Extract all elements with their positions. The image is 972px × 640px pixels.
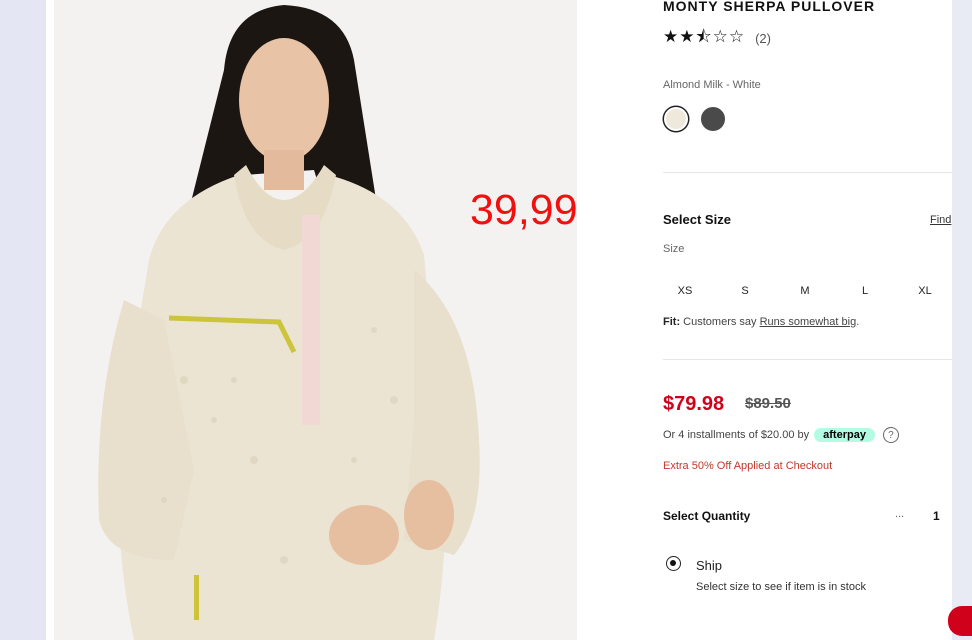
product-photo-illustration <box>54 0 577 640</box>
ship-stock-note: Select size to see if item is in stock <box>696 581 866 593</box>
extra-offer: Extra 50% Off Applied at Checkout <box>663 460 833 472</box>
installments-row: Or 4 installments of $20.00 by afterpay … <box>663 427 899 443</box>
left-rail <box>0 0 46 640</box>
star-rating-icon: ★★⯪☆☆ <box>663 27 746 46</box>
fit-note: Fit: Customers say Runs somewhat big. <box>663 316 859 328</box>
size-option-s[interactable]: S <box>725 285 765 297</box>
fit-text: Customers say <box>683 316 757 328</box>
fit-suffix: . <box>856 316 860 328</box>
product-info-panel: MONTY SHERPA PULLOVER ★★⯪☆☆ (2) Almond M… <box>663 0 952 640</box>
quantity-label: Select Quantity <box>663 509 751 523</box>
select-size-heading: Select Size <box>663 212 731 227</box>
installments-text: Or 4 installments of $20.00 by <box>663 429 810 441</box>
size-option-m[interactable]: M <box>785 285 825 297</box>
color-swatch-dark-grey[interactable] <box>701 107 725 131</box>
original-price: $89.50 <box>745 395 791 412</box>
quantity-dots[interactable]: ... <box>895 508 904 520</box>
sale-price: $79.98 <box>663 393 725 415</box>
quantity-value[interactable]: 1 <box>933 509 940 523</box>
size-label: Size <box>663 243 685 255</box>
rating[interactable]: ★★⯪☆☆ (2) <box>663 24 771 53</box>
find-size-link[interactable]: Find <box>930 214 951 226</box>
ship-option-label[interactable]: Ship <box>696 558 722 573</box>
size-option-xs[interactable]: XS <box>665 285 705 297</box>
help-icon[interactable]: ? <box>882 427 899 443</box>
divider <box>663 172 952 173</box>
product-title: MONTY SHERPA PULLOVER <box>663 0 876 14</box>
fit-link[interactable]: Runs somewhat big <box>760 316 857 328</box>
chat-button[interactable] <box>948 606 972 636</box>
right-scroll-edge <box>952 0 972 640</box>
afterpay-logo: afterpay <box>814 428 875 442</box>
product-image[interactable] <box>54 0 577 640</box>
fit-prefix: Fit: <box>663 316 681 328</box>
divider <box>663 359 952 360</box>
overlay-price-annotation: 39,99 <box>470 186 578 234</box>
review-count[interactable]: (2) <box>755 31 771 46</box>
selected-color-name: Almond Milk - White <box>663 79 761 91</box>
size-option-l[interactable]: L <box>845 285 885 297</box>
ship-radio[interactable] <box>666 556 681 571</box>
color-swatch-almond-milk[interactable] <box>664 107 688 131</box>
size-option-xl[interactable]: XL <box>905 285 945 297</box>
